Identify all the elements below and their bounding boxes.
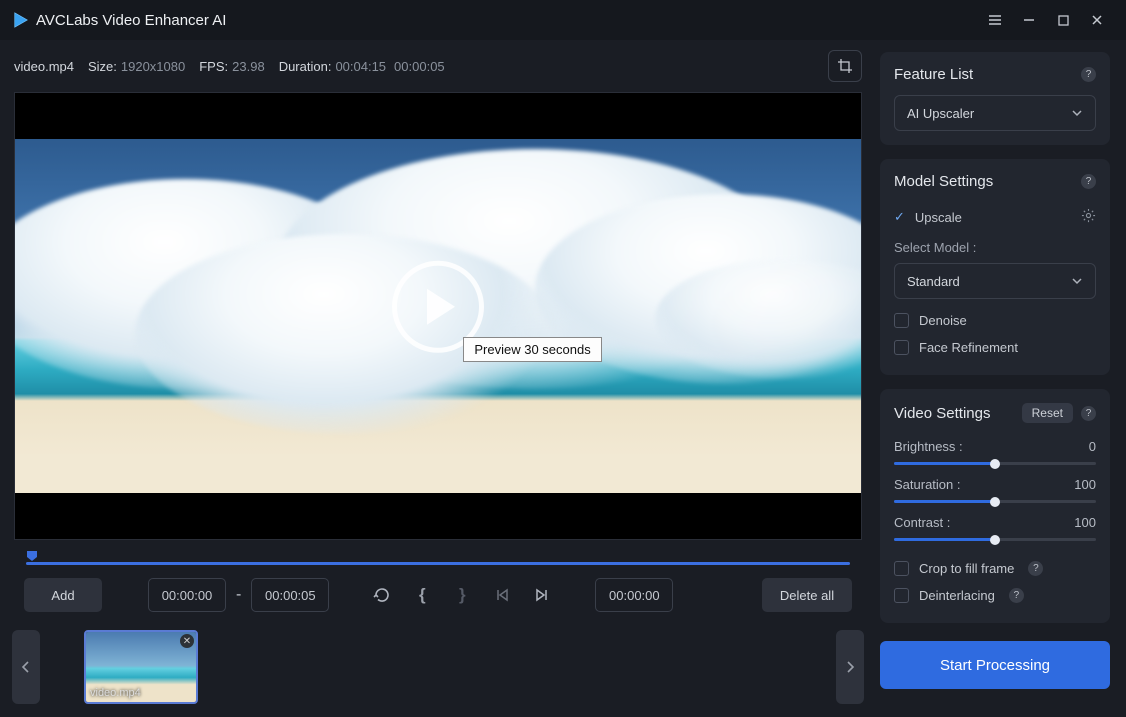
feature-list-title: Feature List [894,66,973,83]
main-area: video.mp4 Size: 1920x1080 FPS: 23.98 Dur… [0,40,876,717]
brightness-slider[interactable] [894,462,1096,465]
next-icon [534,587,550,603]
video-settings-title: Video Settings [894,405,990,422]
undo-icon [373,586,391,604]
preview-tooltip: Preview 30 seconds [463,337,601,362]
denoise-label: Denoise [919,313,967,328]
delete-all-button[interactable]: Delete all [762,578,852,612]
timeline[interactable] [26,550,850,570]
saturation-slider[interactable] [894,500,1096,503]
fps-value: 23.98 [232,59,265,74]
timeline-marker-icon[interactable] [26,550,38,562]
app-logo: AVCLabs Video Enhancer AI [12,11,226,29]
file-info-row: video.mp4 Size: 1920x1080 FPS: 23.98 Dur… [0,40,876,92]
close-icon: ✕ [183,636,191,647]
model-settings-title: Model Settings [894,173,993,190]
timeline-track[interactable] [26,562,850,565]
select-model-label: Select Model : [894,240,1096,255]
elapsed-value: 00:00:05 [394,59,445,74]
gear-icon [1081,208,1096,223]
help-icon[interactable]: ? [1028,561,1043,576]
check-icon: ✓ [894,209,905,225]
feature-list-panel: Feature List ? AI Upscaler [880,52,1110,145]
size-value: 1920x1080 [121,59,185,74]
file-name: video.mp4 [14,59,74,74]
crop-icon [837,58,853,74]
deinterlacing-label: Deinterlacing [919,588,995,603]
help-icon[interactable]: ? [1081,174,1096,189]
brightness-label: Brightness : [894,439,963,454]
video-settings-panel: Video Settings Reset ? Brightness : 0 [880,389,1110,623]
reset-button[interactable]: Reset [1022,403,1073,423]
undo-button[interactable] [367,580,397,610]
brightness-row: Brightness : 0 [894,435,1096,473]
bracket-left-button[interactable]: { [407,580,437,610]
crop-button[interactable] [828,50,862,82]
next-frame-button[interactable] [527,580,557,610]
prev-frame-button[interactable] [487,580,517,610]
controls-row: Add 00:00:00 - 00:00:05 { } 00:00:00 [0,570,876,624]
saturation-value: 100 [1074,477,1096,492]
bracket-right-button[interactable]: } [447,580,477,610]
play-logo-icon [12,11,30,29]
trim-separator: - [236,586,241,604]
upscale-settings-button[interactable] [1081,208,1096,226]
brightness-value: 0 [1089,439,1096,454]
thumbs-prev-button[interactable] [12,630,40,704]
chevron-right-icon [845,660,855,674]
fps-label: FPS: [199,59,228,74]
feature-select[interactable]: AI Upscaler [894,95,1096,131]
thumbnail-close-button[interactable]: ✕ [180,634,194,648]
crop-fill-checkbox[interactable] [894,561,909,576]
thumbnails-row: ✕ video.mp4 [0,624,876,716]
contrast-row: Contrast : 100 [894,511,1096,549]
chevron-left-icon [21,660,31,674]
trim-start-input[interactable]: 00:00:00 [148,578,226,612]
upscale-label: Upscale [915,210,962,225]
bracket-left-icon: { [419,585,426,605]
playhead-time[interactable]: 00:00:00 [595,578,673,612]
model-select[interactable]: Standard [894,263,1096,299]
model-settings-panel: Model Settings ? ✓ Upscale Select Model … [880,159,1110,375]
deinterlacing-checkbox[interactable] [894,588,909,603]
bracket-right-icon: } [459,585,466,605]
crop-fill-label: Crop to fill frame [919,561,1014,576]
play-icon [427,289,455,325]
chevron-down-icon [1071,107,1083,119]
add-button[interactable]: Add [24,578,102,612]
help-icon[interactable]: ? [1081,67,1096,82]
saturation-row: Saturation : 100 [894,473,1096,511]
sidebar: Feature List ? AI Upscaler Model Setting… [876,40,1126,717]
help-icon[interactable]: ? [1081,406,1096,421]
size-label: Size: [88,59,117,74]
thumbnail-label: video.mp4 [90,687,141,699]
clip-thumbnail[interactable]: ✕ video.mp4 [84,630,198,704]
face-refinement-checkbox[interactable] [894,340,909,355]
titlebar: AVCLabs Video Enhancer AI [0,0,1126,40]
saturation-label: Saturation : [894,477,961,492]
denoise-checkbox[interactable] [894,313,909,328]
duration-label: Duration: [279,59,332,74]
minimize-button[interactable] [1012,6,1046,34]
app-title: AVCLabs Video Enhancer AI [36,12,226,29]
maximize-button[interactable] [1046,6,1080,34]
close-button[interactable] [1080,6,1114,34]
start-processing-button[interactable]: Start Processing [880,641,1110,689]
contrast-slider[interactable] [894,538,1096,541]
menu-icon[interactable] [978,6,1012,34]
prev-icon [494,587,510,603]
chevron-down-icon [1071,275,1083,287]
model-select-value: Standard [907,274,960,289]
thumbs-next-button[interactable] [836,630,864,704]
feature-select-value: AI Upscaler [907,106,974,121]
duration-value: 00:04:15 [335,59,386,74]
help-icon[interactable]: ? [1009,588,1024,603]
contrast-value: 100 [1074,515,1096,530]
contrast-label: Contrast : [894,515,950,530]
trim-end-input[interactable]: 00:00:05 [251,578,329,612]
video-preview[interactable]: Preview 30 seconds [14,92,862,540]
face-refinement-label: Face Refinement [919,340,1018,355]
